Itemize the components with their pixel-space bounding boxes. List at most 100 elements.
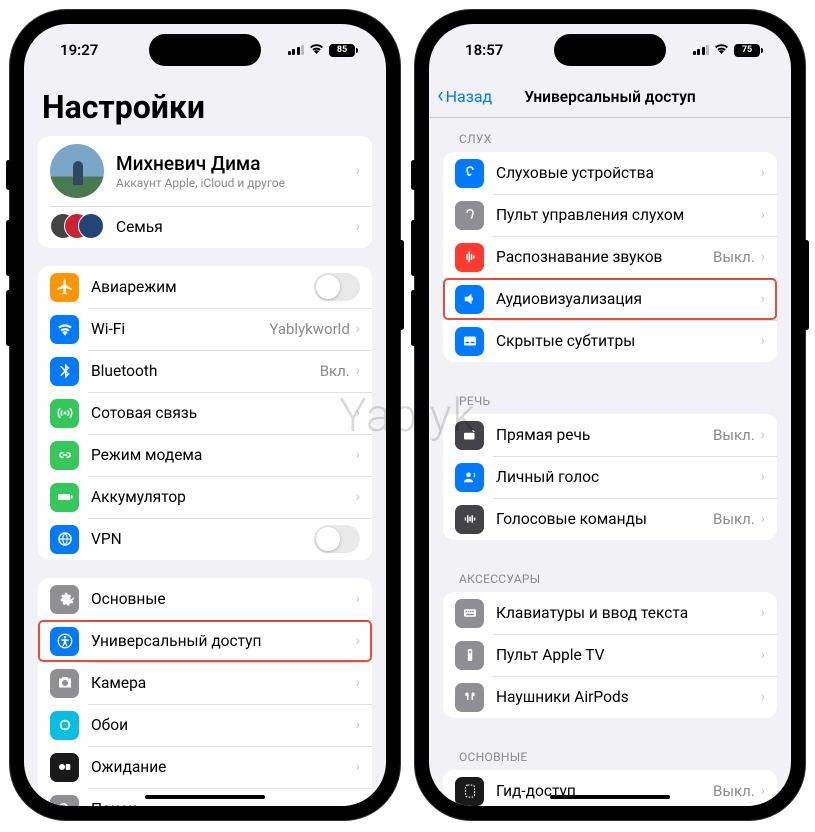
vpn-row[interactable]: VPN bbox=[38, 518, 372, 560]
chevron-icon: › bbox=[761, 207, 765, 223]
phone-side-button bbox=[399, 240, 404, 330]
battery-icon bbox=[50, 483, 79, 512]
row-label: Скрытые субтитры bbox=[496, 332, 761, 350]
general-row[interactable]: Основные › bbox=[38, 578, 372, 620]
back-button[interactable]: ‹ Назад bbox=[437, 85, 492, 108]
audio-visual-row[interactable]: Аудиовизуализация › bbox=[443, 278, 777, 320]
chevron-icon: › bbox=[761, 427, 765, 443]
row-value: Выкл. bbox=[713, 782, 755, 800]
battery-row[interactable]: Аккумулятор › bbox=[38, 476, 372, 518]
person-voice-icon bbox=[455, 463, 484, 492]
keyboards-row[interactable]: Клавиатуры и ввод текста › bbox=[443, 592, 777, 634]
speaker-icon bbox=[455, 285, 484, 314]
row-value: Выкл. bbox=[713, 426, 755, 444]
chevron-icon: › bbox=[356, 363, 360, 379]
section-header-hearing: СЛУХ bbox=[429, 118, 791, 152]
search-icon bbox=[50, 795, 79, 807]
hearing-control-icon bbox=[455, 201, 484, 230]
chevron-icon: › bbox=[761, 783, 765, 799]
wifi-row[interactable]: Wi-Fi Yablykworld › bbox=[38, 308, 372, 350]
ear-icon bbox=[455, 159, 484, 188]
cellular-row[interactable]: Сотовая связь › bbox=[38, 392, 372, 434]
airplane-toggle[interactable] bbox=[314, 273, 360, 301]
row-label: Авиарежим bbox=[91, 278, 314, 296]
airplane-mode-row[interactable]: Авиарежим bbox=[38, 266, 372, 308]
family-row[interactable]: Семья › bbox=[38, 206, 372, 248]
accessibility-row[interactable]: Универсальный доступ › bbox=[38, 620, 372, 662]
row-label: Сотовая связь bbox=[91, 404, 356, 422]
chevron-icon: › bbox=[761, 647, 765, 663]
row-label: VPN bbox=[91, 530, 314, 548]
row-label: Wi-Fi bbox=[91, 320, 269, 338]
home-indicator[interactable] bbox=[145, 795, 265, 799]
row-label: Прямая речь bbox=[496, 426, 713, 444]
chevron-icon: › bbox=[761, 165, 765, 181]
profile-name: Михневич Дима bbox=[116, 152, 356, 175]
chevron-icon: › bbox=[356, 801, 360, 806]
chevron-icon: › bbox=[761, 605, 765, 621]
back-label: Назад bbox=[446, 87, 493, 106]
hearing-control-row[interactable]: Пульт управления слухом › bbox=[443, 194, 777, 236]
page-title: Универсальный доступ bbox=[524, 88, 695, 106]
vpn-icon bbox=[50, 525, 79, 554]
row-label: Режим модема bbox=[91, 446, 356, 464]
accessibility-icon bbox=[50, 627, 79, 656]
camera-row[interactable]: Камера › bbox=[38, 662, 372, 704]
avatar bbox=[50, 144, 104, 198]
airpods-row[interactable]: Наушники AirPods › bbox=[443, 676, 777, 718]
profile-row[interactable]: Михневич Дима Аккаунт Apple, iCloud и др… bbox=[38, 136, 372, 206]
hotspot-row[interactable]: Режим модема › bbox=[38, 434, 372, 476]
chevron-icon: › bbox=[356, 591, 360, 607]
row-label: Наушники AirPods bbox=[496, 688, 761, 706]
vpn-toggle[interactable] bbox=[314, 525, 360, 553]
row-label: Универсальный доступ bbox=[91, 632, 356, 650]
battery-icon: 75 bbox=[734, 44, 763, 57]
voice-commands-row[interactable]: Голосовые команды Выкл. › bbox=[443, 498, 777, 540]
subtitles-row[interactable]: Скрытые субтитры › bbox=[443, 320, 777, 362]
standby-row[interactable]: Ожидание › bbox=[38, 746, 372, 788]
chevron-icon: › bbox=[761, 469, 765, 485]
sound-recognition-row[interactable]: Распознавание звуков Выкл. › bbox=[443, 236, 777, 278]
cellular-icon bbox=[50, 399, 79, 428]
chevron-icon: › bbox=[356, 163, 360, 179]
row-label: Слуховые устройства bbox=[496, 164, 761, 182]
voice-wave-icon bbox=[455, 505, 484, 534]
phone-side-button bbox=[6, 290, 11, 346]
chevron-icon: › bbox=[356, 717, 360, 733]
phone-right: 18:57 75 ‹ Назад Универсальный доступ bbox=[415, 10, 805, 820]
phone-side-button bbox=[411, 220, 416, 276]
apple-tv-remote-row[interactable]: Пульт Apple TV › bbox=[443, 634, 777, 676]
chevron-icon: › bbox=[356, 489, 360, 505]
wallpaper-row[interactable]: Обои › bbox=[38, 704, 372, 746]
chevron-icon: › bbox=[356, 675, 360, 691]
chevron-icon: › bbox=[356, 219, 360, 235]
live-speech-row[interactable]: Прямая речь Выкл. › bbox=[443, 414, 777, 456]
phone-side-button bbox=[411, 160, 416, 190]
phone-side-button bbox=[6, 160, 11, 190]
bluetooth-row[interactable]: Bluetooth Вкл. › bbox=[38, 350, 372, 392]
home-indicator[interactable] bbox=[550, 795, 670, 799]
battery-icon: 85 bbox=[329, 44, 358, 57]
airpods-icon bbox=[455, 683, 484, 712]
row-label: Аккумулятор bbox=[91, 488, 356, 506]
phone-left: 19:27 85 Настройки Мих bbox=[10, 10, 400, 820]
row-label: Голосовые команды bbox=[496, 510, 713, 528]
hearing-devices-row[interactable]: Слуховые устройства › bbox=[443, 152, 777, 194]
personal-voice-row[interactable]: Личный голос › bbox=[443, 456, 777, 498]
guided-access-row[interactable]: Гид-доступ Выкл. › bbox=[443, 770, 777, 806]
airplane-icon bbox=[50, 273, 79, 302]
row-label: Пульт Apple TV bbox=[496, 646, 761, 664]
family-avatars-icon bbox=[50, 213, 110, 241]
chevron-icon: › bbox=[761, 249, 765, 265]
row-label: Основные bbox=[91, 590, 356, 608]
wifi-icon bbox=[309, 43, 324, 58]
row-value: Выкл. bbox=[713, 510, 755, 528]
row-label: Распознавание звуков bbox=[496, 248, 713, 266]
dynamic-island bbox=[149, 34, 261, 66]
keyboard-speech-icon bbox=[455, 421, 484, 450]
nav-bar: ‹ Назад Универсальный доступ bbox=[429, 76, 791, 118]
row-label: Семья bbox=[116, 218, 356, 236]
camera-icon bbox=[50, 669, 79, 698]
row-label: Пульт управления слухом bbox=[496, 206, 761, 224]
wifi-icon bbox=[50, 315, 79, 344]
